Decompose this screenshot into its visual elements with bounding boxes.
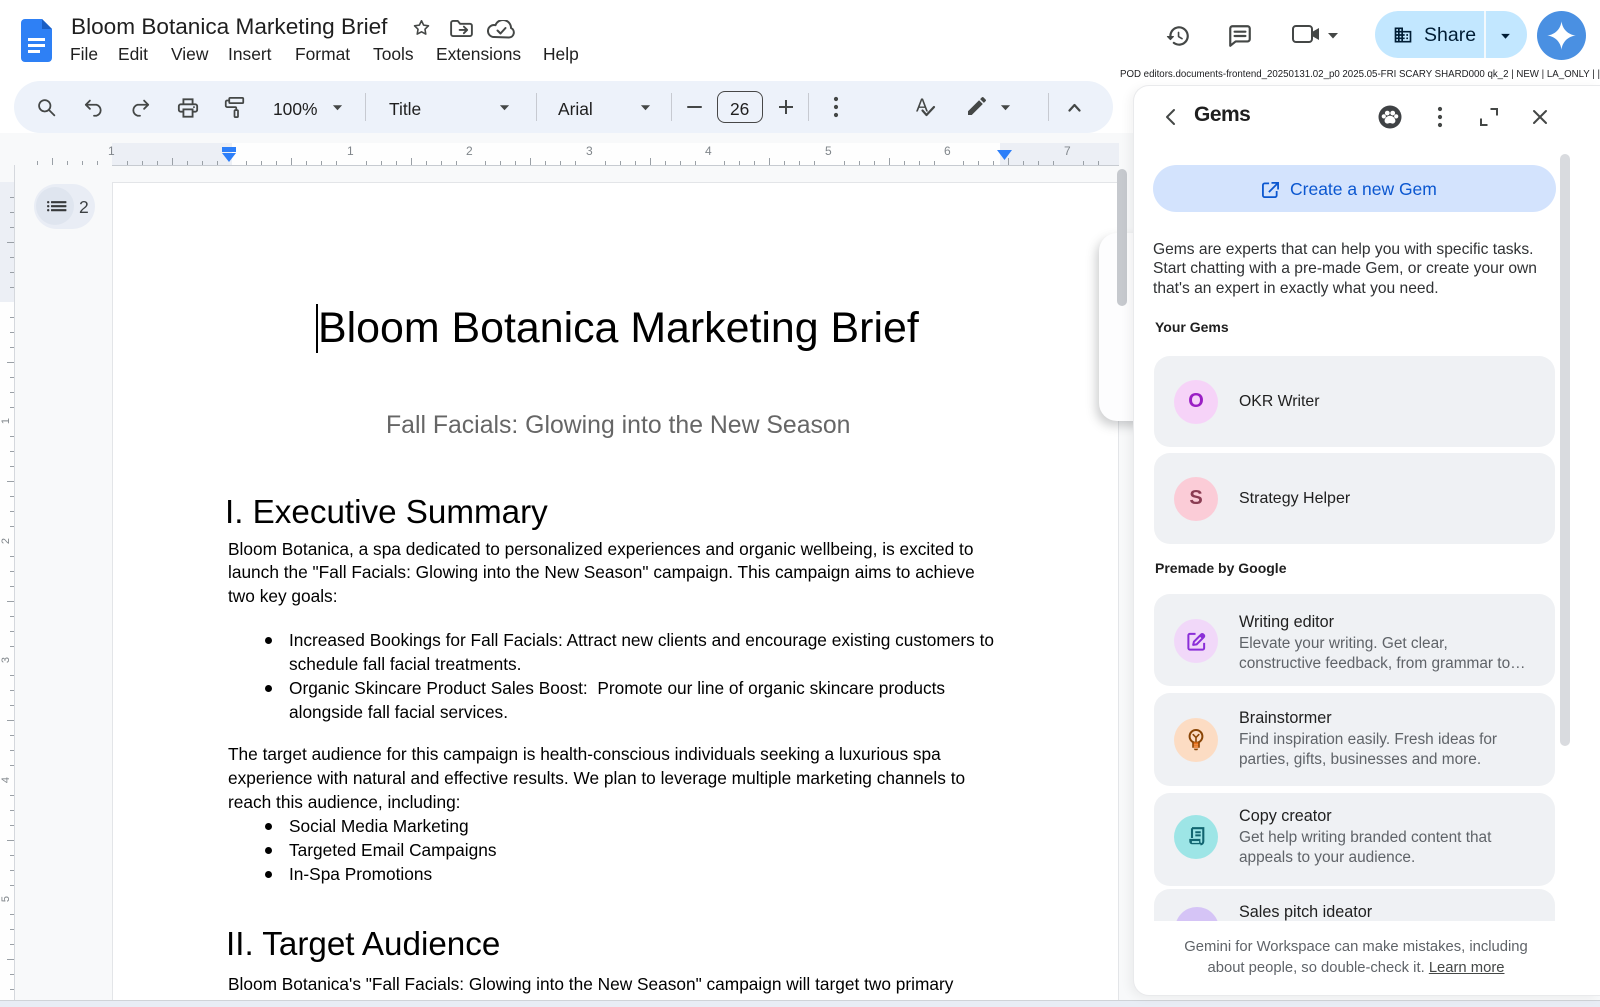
svg-text:A: A — [916, 97, 928, 116]
